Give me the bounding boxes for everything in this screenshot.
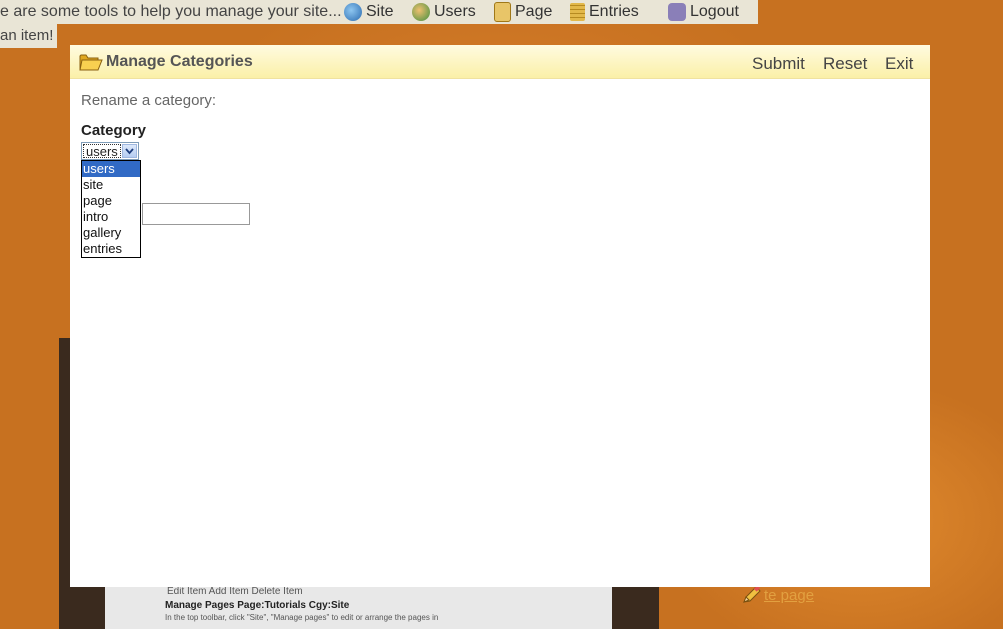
category-label: Category <box>81 122 147 139</box>
background-page-link[interactable]: te page <box>742 586 814 604</box>
toolbar-entries-button[interactable]: Entries <box>570 0 639 24</box>
toolbar-logout-button[interactable]: Logout <box>668 0 739 24</box>
manage-categories-dialog: Manage Categories Submit Reset Exit Rena… <box>70 45 930 587</box>
category-option-intro[interactable]: intro <box>82 209 140 225</box>
toolbar-page-label: Page <box>515 3 553 20</box>
category-select-value: users <box>83 144 121 159</box>
reset-button[interactable]: Reset <box>823 54 867 74</box>
globe-icon <box>344 3 362 21</box>
dialog-header: Manage Categories Submit Reset Exit <box>70 45 930 79</box>
snippet-breadcrumb: Manage Pages Page:Tutorials Cgy:Site <box>165 600 350 611</box>
category-select[interactable]: users <box>81 142 139 160</box>
new-name-input[interactable] <box>142 203 250 225</box>
category-option-page[interactable]: page <box>82 193 140 209</box>
admin-toolbar: e are some tools to help you manage your… <box>0 0 758 24</box>
exit-button[interactable]: Exit <box>885 54 913 74</box>
snippet-actions: Edit Item Add Item Delete Item <box>167 586 303 597</box>
toolbar-site-label: Site <box>366 3 394 20</box>
entries-icon <box>570 3 585 21</box>
toolbar-users-button[interactable]: Users <box>412 0 476 24</box>
toolbar-site-button[interactable]: Site <box>344 0 394 24</box>
submit-button[interactable]: Submit <box>752 54 805 74</box>
logout-icon <box>668 3 686 21</box>
page-icon <box>494 2 511 22</box>
category-dropdown-list: users site page intro gallery entries <box>81 160 141 258</box>
toolbar-message: e are some tools to help you manage your… <box>0 3 342 20</box>
rename-prompt: Rename a category: <box>81 92 217 109</box>
folder-icon <box>79 54 103 71</box>
toolbar-entries-label: Entries <box>589 3 639 20</box>
category-option-site[interactable]: site <box>82 177 140 193</box>
pencil-icon <box>743 586 761 603</box>
background-snippet: Edit Item Add Item Delete Item Manage Pa… <box>105 585 612 629</box>
category-option-entries[interactable]: entries <box>82 241 140 257</box>
toolbar-logout-label: Logout <box>690 3 739 20</box>
users-icon <box>412 3 430 21</box>
category-option-users[interactable]: users <box>82 161 140 177</box>
dialog-title: Manage Categories <box>106 53 253 70</box>
toolbar-page-button[interactable]: Page <box>494 0 552 24</box>
toolbar-users-label: Users <box>434 3 476 20</box>
snippet-text: In the top toolbar, click "Site", "Manag… <box>165 613 439 622</box>
hint-strip: an item! <box>0 24 58 48</box>
category-option-gallery[interactable]: gallery <box>82 225 140 241</box>
background-link-text: te page <box>764 586 815 604</box>
chevron-down-icon[interactable] <box>122 144 137 158</box>
